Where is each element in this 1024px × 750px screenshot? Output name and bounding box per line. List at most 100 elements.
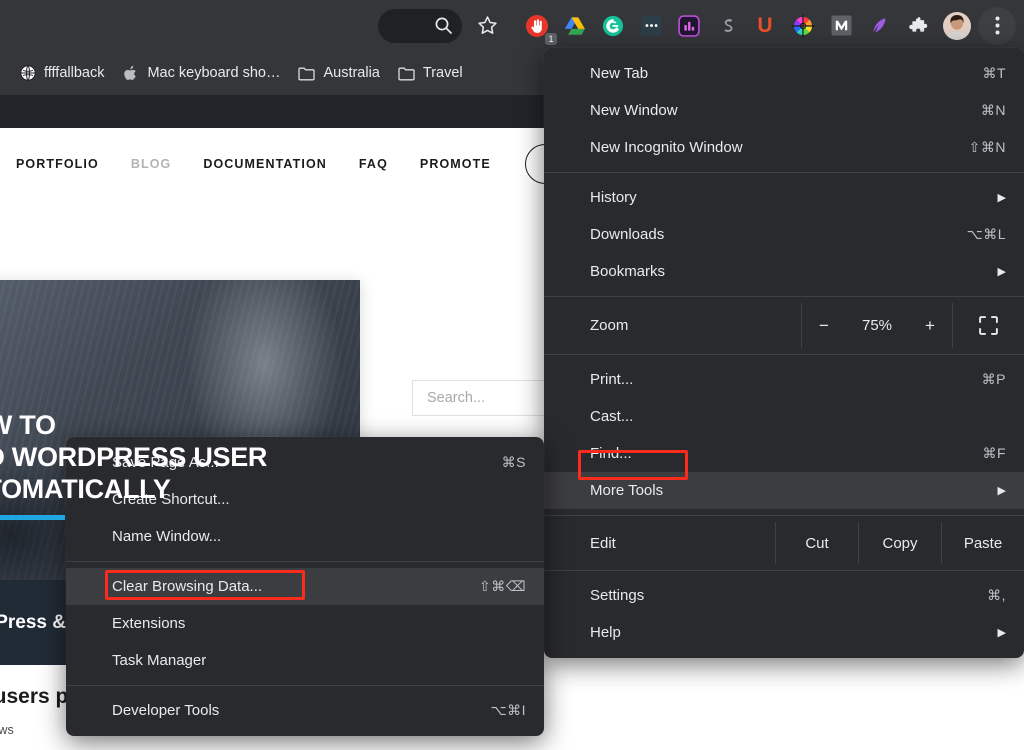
sitebulb-extension-icon[interactable]	[708, 7, 746, 45]
menu-item-label: Downloads	[590, 226, 665, 243]
menu-item-find[interactable]: Find... ⌘F	[544, 435, 1024, 472]
menu-item-label: Developer Tools	[112, 702, 220, 719]
menu-item-settings[interactable]: Settings ⌘,	[544, 577, 1024, 614]
nav-link-promote[interactable]: PROMOTE	[404, 157, 507, 171]
fullscreen-icon[interactable]	[952, 303, 1024, 348]
google-drive-extension-icon[interactable]	[556, 7, 594, 45]
grammarly-extension-icon[interactable]	[594, 7, 632, 45]
menu-separator	[544, 354, 1024, 355]
menu-item-label: Print...	[590, 371, 634, 388]
menu-item-new-tab[interactable]: New Tab ⌘T	[544, 55, 1024, 92]
menu-separator	[544, 515, 1024, 516]
edit-cut-button[interactable]: Cut	[775, 522, 858, 564]
menu-separator	[66, 561, 544, 562]
submenu-item-task-manager[interactable]: Task Manager	[66, 642, 544, 679]
menu-item-label: New Window	[590, 102, 678, 119]
menu-row-zoom: Zoom − 75% +	[544, 303, 1024, 348]
article-title: HOW TO ADD WORDPRESS USER AUTOMATICALLY	[0, 410, 268, 505]
bookmark-item-ffffallback[interactable]: ffffallback	[10, 61, 113, 86]
adblock-extension-icon[interactable]: 1	[518, 7, 557, 45]
menu-item-history[interactable]: History ▶	[544, 179, 1024, 216]
nav-link-documentation[interactable]: DOCUMENTATION	[187, 157, 343, 171]
screenshot-root: PORTFOLIO BLOG DOCUMENTATION FAQ PROMOTE…	[0, 0, 1024, 750]
nav-link-faq[interactable]: FAQ	[343, 157, 404, 171]
zoom-controls: − 75% +	[801, 303, 952, 348]
bookmark-folder-australia[interactable]: Australia	[289, 61, 388, 86]
adblock-badge-count: 1	[545, 32, 557, 45]
menu-item-shortcut: ⌥⌘L	[966, 226, 1006, 242]
submenu-item-clear-browsing-data[interactable]: Clear Browsing Data... ⇧⌘⌫	[66, 568, 544, 605]
search-icon[interactable]	[424, 7, 462, 45]
submenu-item-extensions[interactable]: Extensions	[66, 605, 544, 642]
chrome-menu-button[interactable]	[978, 6, 1016, 45]
menu-item-label: Name Window...	[112, 528, 222, 545]
menu-item-label: Clear Browsing Data...	[112, 578, 263, 595]
bookmark-label: Australia	[323, 65, 380, 81]
menu-row-edit: Edit Cut Copy Paste	[544, 522, 1024, 564]
chevron-right-icon: ▶	[997, 485, 1006, 497]
menu-item-label: Task Manager	[112, 652, 207, 669]
submenu-item-name-window[interactable]: Name Window...	[66, 518, 544, 555]
menu-item-shortcut: ⌘N	[980, 102, 1006, 118]
momentum-extension-icon[interactable]	[822, 7, 860, 45]
chrome-main-menu: New Tab ⌘T New Window ⌘N New Incognito W…	[544, 48, 1024, 658]
chevron-right-icon: ▶	[997, 627, 1006, 639]
menu-item-bookmarks[interactable]: Bookmarks ▶	[544, 253, 1024, 290]
bookmark-star-icon[interactable]	[468, 7, 506, 45]
bookmark-item-mac-keyboard-shortcuts[interactable]: Mac keyboard sho…	[113, 61, 289, 86]
menu-item-shortcut: ⌥⌘I	[490, 702, 526, 718]
menu-item-label: Bookmarks	[590, 263, 666, 280]
submenu-item-developer-tools[interactable]: Developer Tools ⌥⌘I	[66, 692, 544, 729]
zoom-out-button[interactable]: −	[802, 316, 846, 336]
edit-copy-button[interactable]: Copy	[858, 522, 941, 564]
menu-item-shortcut: ⌘F	[982, 445, 1006, 461]
chevron-right-icon: ▶	[997, 266, 1006, 278]
menu-item-shortcut: ⇧⌘N	[968, 139, 1006, 155]
apple-icon	[122, 65, 139, 82]
menu-separator	[544, 570, 1024, 571]
colorzilla-extension-icon[interactable]	[784, 7, 822, 45]
zoom-in-button[interactable]: +	[908, 316, 952, 336]
menu-item-shortcut: ⌘P	[981, 371, 1006, 387]
globe-icon	[19, 65, 36, 82]
menu-item-label: New Tab	[590, 65, 649, 82]
menu-item-shortcut: ⇧⌘⌫	[478, 578, 526, 594]
menu-item-label: History	[590, 189, 637, 206]
menu-item-downloads[interactable]: Downloads ⌥⌘L	[544, 216, 1024, 253]
folder-icon	[398, 65, 415, 82]
bookmark-label: Mac keyboard sho…	[147, 65, 281, 81]
profile-avatar[interactable]	[938, 7, 976, 45]
quill-extension-icon[interactable]	[860, 7, 898, 45]
title-underline	[0, 515, 65, 520]
menu-item-shortcut: ⌘S	[501, 454, 526, 470]
menu-item-label: Settings	[590, 587, 645, 604]
toolbar-icon-row: 1 U	[424, 0, 1016, 51]
loom-extension-icon[interactable]	[632, 7, 670, 45]
menu-item-label: Find...	[590, 445, 632, 462]
edit-paste-button[interactable]: Paste	[941, 522, 1024, 564]
nav-link-portfolio[interactable]: PORTFOLIO	[0, 157, 115, 171]
zoom-level-value: 75%	[861, 317, 893, 334]
ublock-extension-icon[interactable]: U	[746, 7, 784, 45]
menu-separator	[544, 172, 1024, 173]
menu-item-more-tools[interactable]: More Tools ▶	[544, 472, 1024, 509]
menu-item-new-window[interactable]: New Window ⌘N	[544, 92, 1024, 129]
nav-link-blog[interactable]: BLOG	[115, 157, 188, 171]
folder-icon	[298, 65, 316, 82]
menu-item-help[interactable]: Help ▶	[544, 614, 1024, 651]
menu-item-cast[interactable]: Cast...	[544, 398, 1024, 435]
extensions-puzzle-icon[interactable]	[898, 7, 936, 45]
bookmark-folder-travel[interactable]: Travel	[389, 61, 472, 86]
menu-item-label: Extensions	[112, 615, 186, 632]
menu-item-print[interactable]: Print... ⌘P	[544, 361, 1024, 398]
menu-item-new-incognito-window[interactable]: New Incognito Window ⇧⌘N	[544, 129, 1024, 166]
menu-item-label: New Incognito Window	[590, 139, 743, 156]
browser-toolbar: 1 U	[0, 0, 1024, 51]
analytics-extension-icon[interactable]	[670, 7, 708, 45]
menu-item-label: Cast...	[590, 408, 634, 425]
menu-item-label: More Tools	[590, 482, 664, 499]
menu-item-shortcut: ⌘,	[987, 587, 1006, 603]
menu-separator	[66, 685, 544, 686]
menu-item-label: Help	[590, 624, 621, 641]
edit-label: Edit	[590, 534, 616, 552]
